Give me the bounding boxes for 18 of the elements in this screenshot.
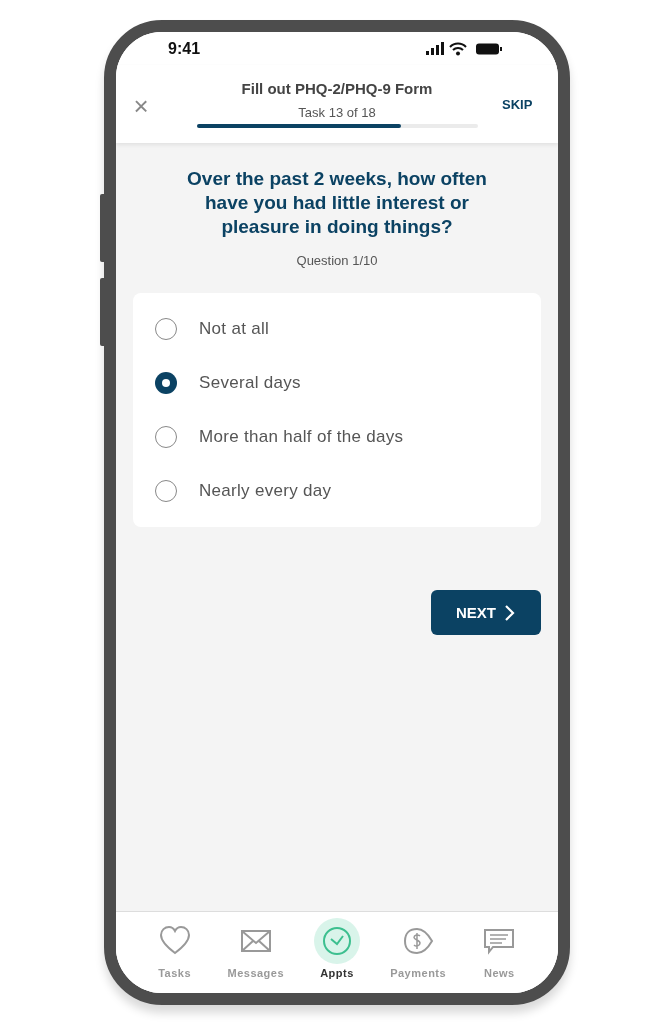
radio-button[interactable] [155, 426, 177, 448]
question-text: Over the past 2 weeks, how often have you had little interest or pleasure in doing things? [186, 167, 488, 239]
chevron-right-icon [504, 603, 516, 622]
form-title: Fill out PHQ-2/PHQ-9 Form [241, 80, 433, 97]
progress-label: Task 13 of 18 [298, 105, 376, 120]
radio-button[interactable] [155, 318, 177, 340]
tab-bar-item[interactable]: Appts [300, 918, 373, 993]
status-time: 9:41 [168, 39, 201, 58]
option-label[interactable]: More than half of the days [199, 427, 404, 447]
option-label[interactable]: Not at all [199, 319, 270, 339]
option-label[interactable]: Several days [199, 373, 301, 393]
radio-button[interactable] [155, 372, 177, 394]
option-label[interactable]: Nearly every day [199, 481, 332, 501]
skip-button[interactable]: SKIP [502, 96, 533, 112]
radio-button[interactable] [155, 480, 177, 502]
question-counter: Question 1/10 [296, 253, 378, 268]
next-button[interactable]: NEXT [431, 590, 541, 635]
close-button[interactable]: × [133, 90, 149, 122]
